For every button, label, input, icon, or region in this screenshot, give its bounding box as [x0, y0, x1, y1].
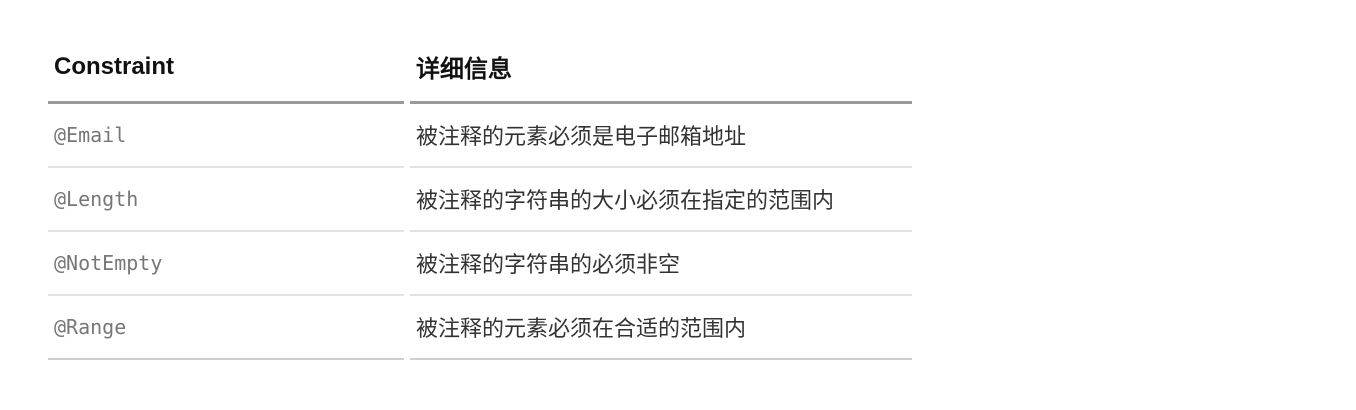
- constraint-cell: @Length: [48, 168, 404, 232]
- constraints-table: Constraint 详细信息 @Email 被注释的元素必须是电子邮箱地址 @…: [48, 32, 912, 360]
- table-row: @Length 被注释的字符串的大小必须在指定的范围内: [48, 168, 912, 232]
- details-cell: 被注释的元素必须是电子邮箱地址: [410, 104, 912, 168]
- details-cell: 被注释的字符串的大小必须在指定的范围内: [410, 168, 912, 232]
- details-cell: 被注释的字符串的必须非空: [410, 232, 912, 296]
- header-details: 详细信息: [410, 32, 912, 104]
- table-row: @Email 被注释的元素必须是电子邮箱地址: [48, 104, 912, 168]
- header-constraint: Constraint: [48, 32, 404, 104]
- constraint-cell: @Range: [48, 296, 404, 360]
- constraint-cell: @Email: [48, 104, 404, 168]
- table-row: @Range 被注释的元素必须在合适的范围内: [48, 296, 912, 360]
- table-header-row: Constraint 详细信息: [48, 32, 912, 104]
- table-row: @NotEmpty 被注释的字符串的必须非空: [48, 232, 912, 296]
- details-cell: 被注释的元素必须在合适的范围内: [410, 296, 912, 360]
- constraint-cell: @NotEmpty: [48, 232, 404, 296]
